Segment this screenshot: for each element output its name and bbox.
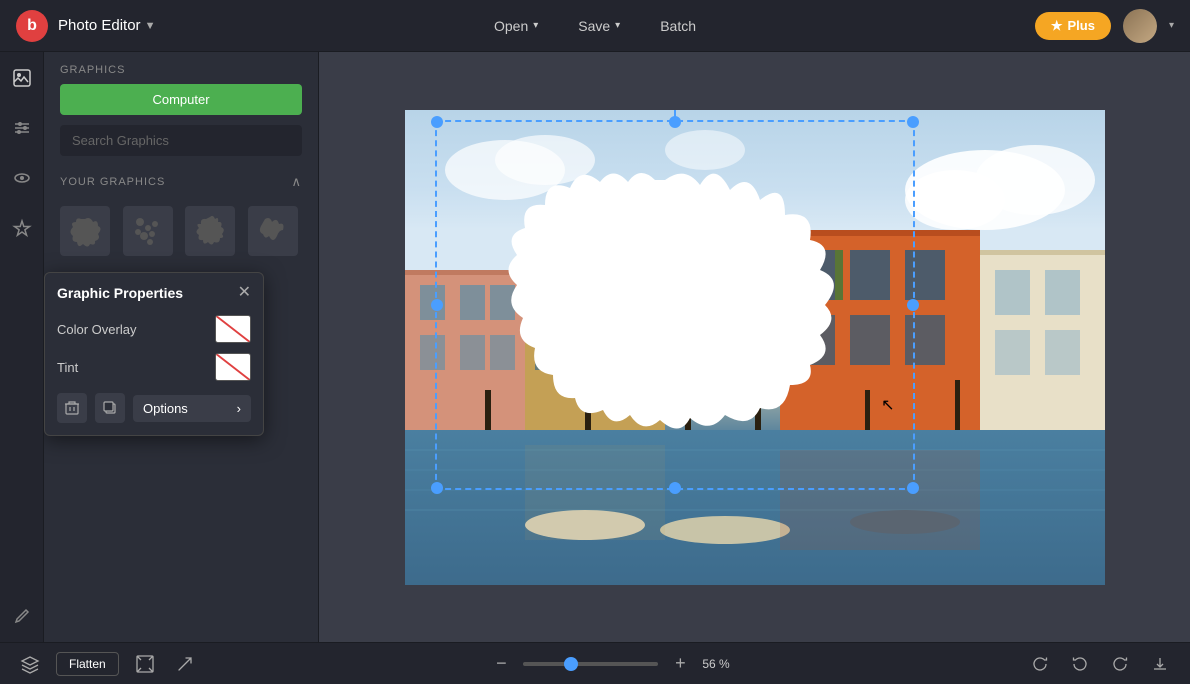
graphic-item[interactable] bbox=[123, 206, 173, 256]
icon-pen[interactable] bbox=[6, 600, 38, 632]
icon-bar bbox=[0, 52, 44, 642]
tint-label: Tint bbox=[57, 360, 78, 375]
your-graphics-row: YOUR GRAPHICS ∧ bbox=[44, 166, 318, 198]
flatten-button[interactable]: Flatten bbox=[56, 652, 119, 676]
expand-icon[interactable] bbox=[131, 650, 159, 678]
icon-eye[interactable] bbox=[6, 162, 38, 194]
search-graphics-input[interactable]: Search Graphics bbox=[60, 125, 302, 156]
zoom-plus-icon[interactable]: + bbox=[666, 650, 694, 678]
refresh-icon[interactable] bbox=[1026, 650, 1054, 678]
icon-image[interactable] bbox=[6, 62, 38, 94]
tint-row: Tint bbox=[57, 353, 251, 381]
plus-star-icon: ★ bbox=[1051, 18, 1063, 34]
delete-button[interactable] bbox=[57, 393, 87, 423]
options-button[interactable]: Options › bbox=[133, 395, 251, 422]
graphics-section-title: GRAPHICS bbox=[44, 52, 318, 84]
chevron-up-icon[interactable]: ∧ bbox=[291, 174, 302, 190]
duplicate-button[interactable] bbox=[95, 393, 125, 423]
props-actions: Options › bbox=[57, 393, 251, 423]
bottom-bar: Flatten − + 56 % bbox=[0, 642, 1190, 684]
color-overlay-label: Color Overlay bbox=[57, 322, 136, 337]
avatar-arrow[interactable]: ▾ bbox=[1169, 20, 1174, 31]
app-logo: b bbox=[16, 10, 48, 42]
zoom-control: − + 56 % bbox=[487, 650, 737, 678]
options-arrow-icon: › bbox=[237, 401, 241, 416]
close-button[interactable]: ✕ bbox=[238, 285, 251, 301]
zoom-thumb[interactable] bbox=[564, 657, 578, 671]
canvas-area[interactable]: ↖ bbox=[319, 52, 1190, 642]
save-menu[interactable]: Save ▾ bbox=[578, 18, 620, 34]
your-graphics-label: YOUR GRAPHICS bbox=[60, 176, 165, 188]
layers-icon[interactable] bbox=[16, 650, 44, 678]
nav-center: Open ▾ Save ▾ Batch bbox=[494, 18, 696, 34]
user-avatar[interactable] bbox=[1123, 9, 1157, 43]
zoom-percent: 56 % bbox=[702, 657, 737, 671]
props-header: Graphic Properties ✕ bbox=[57, 285, 251, 301]
icon-sliders[interactable] bbox=[6, 112, 38, 144]
open-menu[interactable]: Open ▾ bbox=[494, 18, 538, 34]
canvas-painting: ↖ bbox=[405, 110, 1105, 585]
color-overlay-swatch[interactable] bbox=[215, 315, 251, 343]
color-overlay-row: Color Overlay bbox=[57, 315, 251, 343]
undo-icon[interactable] bbox=[1066, 650, 1094, 678]
zoom-minus-icon[interactable]: − bbox=[487, 650, 515, 678]
download-icon[interactable] bbox=[1146, 650, 1174, 678]
plus-button[interactable]: ★ Plus bbox=[1035, 12, 1111, 40]
app-title: Photo Editor bbox=[58, 17, 141, 34]
left-panel: GRAPHICS Computer Search Graphics YOUR G… bbox=[44, 52, 319, 642]
nav-right: ★ Plus ▾ bbox=[1035, 9, 1174, 43]
tint-swatch[interactable] bbox=[215, 353, 251, 381]
app-title-arrow[interactable]: ▼ bbox=[145, 20, 156, 32]
graphic-item[interactable] bbox=[60, 206, 110, 256]
redo-icon[interactable] bbox=[1106, 650, 1134, 678]
graphic-properties-panel: Graphic Properties ✕ Color Overlay Tint bbox=[44, 272, 264, 436]
batch-menu[interactable]: Batch bbox=[660, 18, 696, 34]
computer-button[interactable]: Computer bbox=[60, 84, 302, 115]
icon-star[interactable] bbox=[6, 212, 38, 244]
arrow-out-icon[interactable] bbox=[171, 650, 199, 678]
zoom-slider[interactable] bbox=[523, 662, 658, 666]
graphic-item[interactable] bbox=[248, 206, 298, 256]
props-title: Graphic Properties bbox=[57, 285, 183, 301]
main-layout: GRAPHICS Computer Search Graphics YOUR G… bbox=[0, 52, 1190, 642]
graphic-item[interactable] bbox=[185, 206, 235, 256]
splat-graphic[interactable] bbox=[465, 160, 865, 500]
topbar: b Photo Editor ▼ Open ▾ Save ▾ Batch ★ P… bbox=[0, 0, 1190, 52]
